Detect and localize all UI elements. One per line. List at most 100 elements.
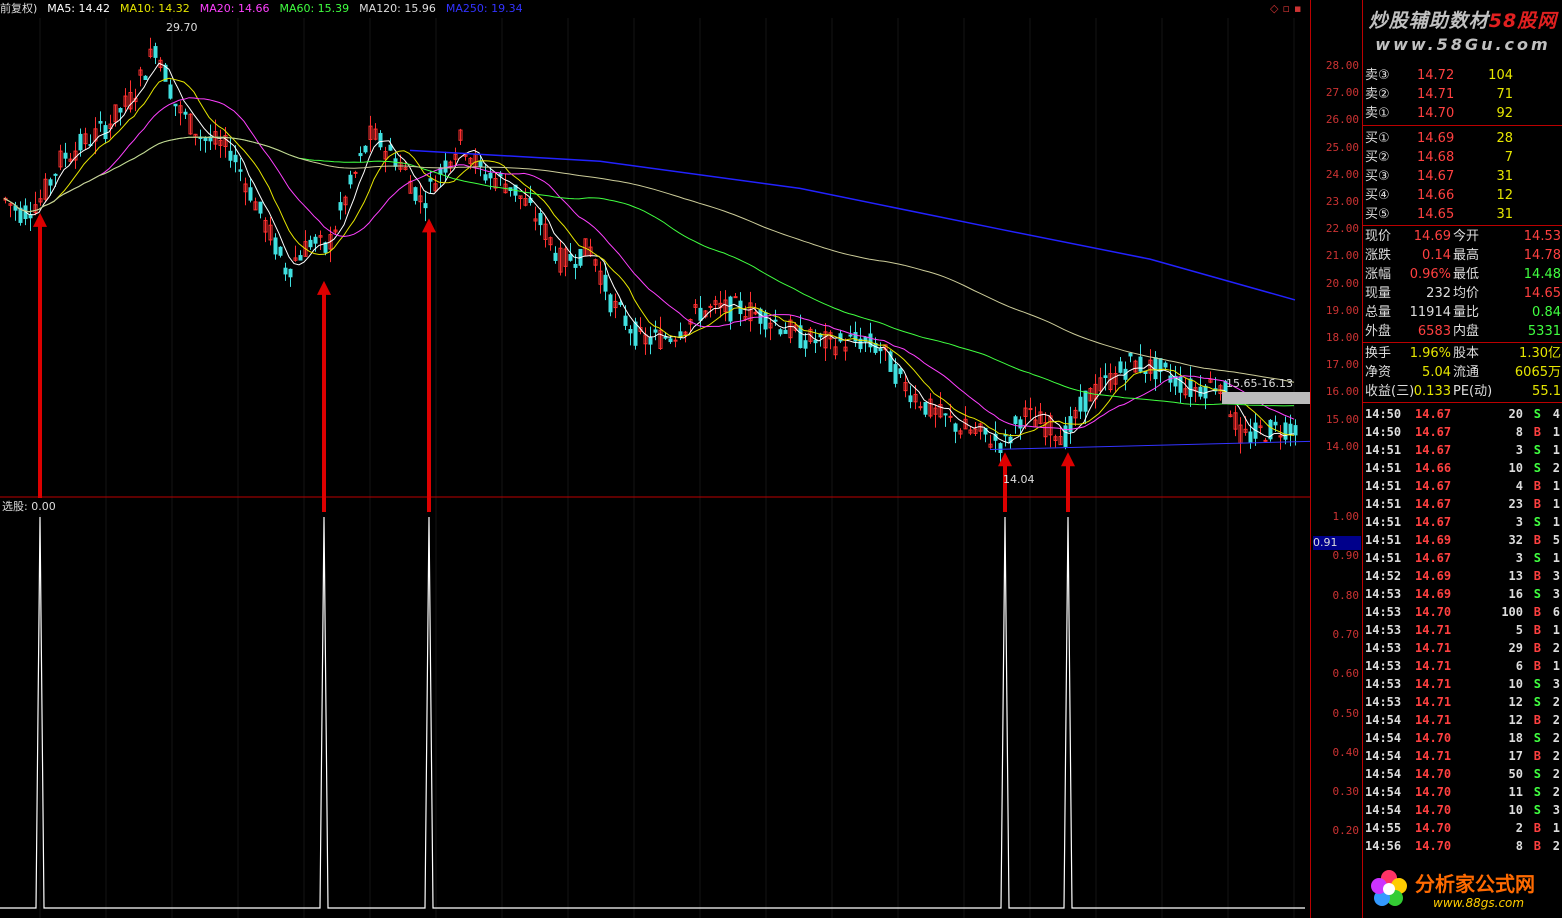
candle xyxy=(138,66,143,87)
divider xyxy=(1363,225,1562,226)
tick-side: B xyxy=(1533,425,1541,439)
quote-value: 14.78 xyxy=(1523,248,1561,263)
tick-price: 14.71 xyxy=(1415,623,1452,637)
tick-price: 14.71 xyxy=(1415,713,1452,727)
candle xyxy=(523,188,528,207)
tick-count: 1 xyxy=(1552,623,1560,637)
tick-volume: 3 xyxy=(1515,443,1523,457)
buy-signal-arrow xyxy=(1061,452,1075,512)
price-tick: 14.00 xyxy=(1325,439,1359,453)
tick-side: S xyxy=(1533,677,1541,691)
indicator-tick: 0.20 xyxy=(1332,824,1360,838)
tick-row: 14:53 14.71 5 B 1 xyxy=(1363,621,1562,639)
tick-volume: 32 xyxy=(1508,533,1523,547)
candle xyxy=(363,145,368,154)
candle xyxy=(928,393,933,419)
ma20-label: MA20: 14.66 xyxy=(199,2,270,15)
minimize-icon[interactable]: ▫ xyxy=(1282,2,1293,15)
finance-key: 流通 xyxy=(1453,365,1480,380)
tick-price: 14.67 xyxy=(1415,515,1452,529)
tick-side: S xyxy=(1533,803,1541,817)
tick-row: 14:51 14.69 32 B 5 xyxy=(1363,531,1562,549)
tick-volume: 2 xyxy=(1515,821,1523,835)
candle xyxy=(33,191,38,216)
candle xyxy=(588,238,593,258)
tick-count: 2 xyxy=(1552,839,1560,853)
price-tick: 22.00 xyxy=(1325,222,1359,236)
flower-logo-icon xyxy=(1371,870,1407,906)
ask-price: 14.70 xyxy=(1417,106,1455,121)
ask-label: 卖① xyxy=(1365,106,1390,121)
tick-time: 14:50 xyxy=(1365,425,1402,439)
price-tick: 26.00 xyxy=(1325,113,1359,127)
tick-count: 3 xyxy=(1552,569,1560,583)
bid-row[interactable]: 买② 14.68 7 xyxy=(1363,148,1562,167)
tick-side: B xyxy=(1533,659,1541,673)
candle xyxy=(1093,374,1098,409)
candle xyxy=(918,401,923,411)
candle xyxy=(733,293,738,299)
ask-row[interactable]: 卖③ 14.72 104 xyxy=(1363,66,1562,85)
candle xyxy=(988,434,993,449)
window-controls[interactable]: ◇▫▪ xyxy=(1270,2,1305,15)
candle xyxy=(283,262,288,281)
tick-row: 14:51 14.67 3 S 1 xyxy=(1363,513,1562,531)
candle xyxy=(548,236,553,251)
kline-chart[interactable] xyxy=(0,0,1310,918)
candle xyxy=(763,309,768,338)
bid-label: 买⑤ xyxy=(1365,207,1390,222)
finance-row: 净资 5.04 流通 6065万 xyxy=(1363,363,1562,382)
bid-volume: 7 xyxy=(1504,150,1513,165)
ask-row[interactable]: 卖② 14.71 71 xyxy=(1363,85,1562,104)
ask-row[interactable]: 卖① 14.70 92 xyxy=(1363,104,1562,123)
price-tick: 21.00 xyxy=(1325,249,1359,263)
footer-logo-title: 分析家公式网 xyxy=(1415,872,1535,896)
tick-volume: 20 xyxy=(1508,407,1523,421)
candle xyxy=(8,202,13,218)
indicator-tick: 0.90 xyxy=(1332,549,1360,563)
candle xyxy=(1203,384,1208,410)
tick-time: 14:54 xyxy=(1365,785,1402,799)
candle xyxy=(1143,370,1148,383)
quote-key: 涨跌 xyxy=(1365,248,1392,263)
tick-volume: 23 xyxy=(1508,497,1523,511)
tick-count: 3 xyxy=(1552,677,1560,691)
tick-time: 14:51 xyxy=(1365,497,1402,511)
candle xyxy=(968,426,973,436)
candle xyxy=(1193,382,1198,403)
ma10-label: MA10: 14.32 xyxy=(120,2,190,15)
candle xyxy=(638,317,643,335)
bid-row[interactable]: 买④ 14.66 12 xyxy=(1363,186,1562,205)
finance-value: 55.1 xyxy=(1532,384,1561,399)
price-tick: 27.00 xyxy=(1325,86,1359,100)
candle xyxy=(958,428,963,439)
tick-side: S xyxy=(1533,587,1541,601)
tick-price: 14.71 xyxy=(1415,659,1452,673)
tick-count: 2 xyxy=(1552,785,1560,799)
restore-icon[interactable]: ◇ xyxy=(1270,2,1282,15)
logo-text-b: 58股网 xyxy=(1488,10,1558,32)
bid-row[interactable]: 买① 14.69 28 xyxy=(1363,129,1562,148)
tick-row: 14:54 14.70 18 S 2 xyxy=(1363,729,1562,747)
high-price-label: 29.70 xyxy=(166,21,198,34)
bid-volume: 12 xyxy=(1496,188,1513,203)
range-highlight xyxy=(1222,392,1310,404)
close-icon[interactable]: ▪ xyxy=(1294,2,1305,15)
candle xyxy=(673,336,678,348)
tick-row: 14:50 14.67 20 S 4 xyxy=(1363,405,1562,423)
finance-value: 6065万 xyxy=(1514,365,1561,380)
tick-count: 2 xyxy=(1552,731,1560,745)
candle xyxy=(258,201,263,219)
tick-row: 14:54 14.71 12 B 2 xyxy=(1363,711,1562,729)
indicator-tick: 0.80 xyxy=(1332,588,1360,602)
bid-row[interactable]: 买③ 14.67 31 xyxy=(1363,167,1562,186)
tick-volume: 50 xyxy=(1508,767,1523,781)
candle xyxy=(1263,437,1268,442)
tick-price: 14.70 xyxy=(1415,803,1452,817)
tick-time: 14:54 xyxy=(1365,803,1402,817)
bid-row[interactable]: 买⑤ 14.65 31 xyxy=(1363,205,1562,224)
candle xyxy=(503,173,508,194)
candle xyxy=(1113,366,1118,392)
indicator-tick: 0.30 xyxy=(1332,785,1360,799)
candle xyxy=(1153,351,1158,391)
